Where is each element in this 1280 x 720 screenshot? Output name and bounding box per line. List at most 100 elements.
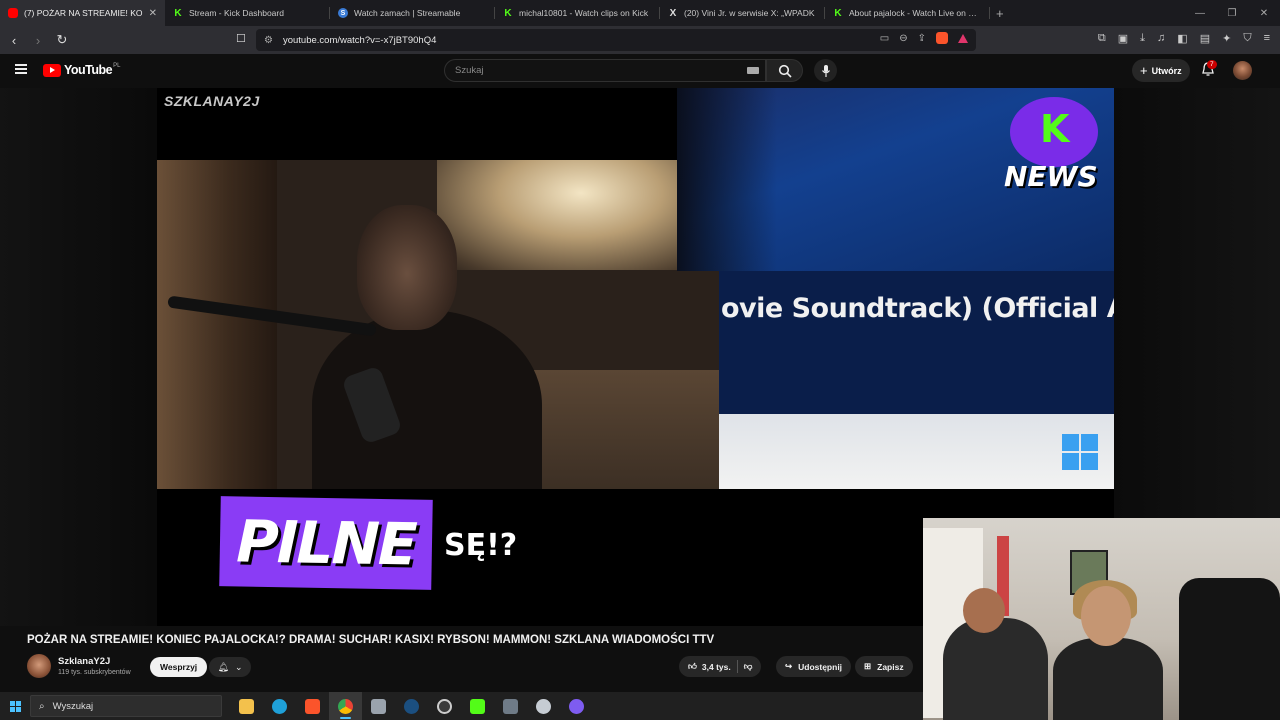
wallet-icon[interactable]: ▤ [1200,32,1210,45]
guide-menu-icon[interactable] [15,64,27,74]
tab-kick-dashboard[interactable]: K Stream - Kick Dashboard [165,0,330,26]
restore-icon[interactable]: ❐ [1216,8,1248,19]
menu-icon[interactable]: ≡ [1264,32,1270,45]
streamer-webcam-frame [157,160,719,489]
url-text: youtube.com/watch?v=-x7jBT90hQ4 [282,34,437,46]
news-banner: K NEWS [677,88,1114,271]
discord-icon[interactable] [560,692,593,720]
taskbar-search[interactable]: ⌕ Wyszukaj [30,695,222,717]
plus-icon: + [1140,63,1148,78]
extensions-icon[interactable]: ⧉ [1098,32,1106,45]
forward-icon[interactable]: › [28,33,48,48]
news-label: NEWS [1004,160,1098,193]
like-button[interactable]: 👍︎ 3,4 tys. [688,661,731,672]
logo-text: YouTube [64,63,113,77]
start-button[interactable] [0,692,30,720]
reload-icon[interactable]: ↻ [52,32,72,48]
search-placeholder: Szukaj [455,65,484,76]
windows-start-icon [9,700,21,712]
cast-icon[interactable]: ▭ [880,33,889,44]
x-favicon-icon: X [669,7,677,19]
windows-logo-icon [1062,434,1098,470]
screenshot-icon[interactable]: ▣ [1118,32,1128,45]
leo-icon[interactable]: ✦ [1222,32,1231,45]
subscriber-count: 119 tys. subskrybentów [58,669,131,676]
dislike-button[interactable]: 👎︎ [744,661,753,672]
steam-icon[interactable] [395,692,428,720]
tab-label: (7) POŻAR NA STREAMIE! KO [24,8,143,18]
brave-rewards-icon[interactable] [958,33,968,43]
tab-label: michal10801 - Watch clips on Kick [519,8,649,18]
keyboard-icon[interactable] [747,67,759,74]
caption-fragment: SĘ!? [444,528,518,563]
bell-icon: 🔔︎ [217,661,229,672]
extension-icons: ⧉ ▣ ⤓ ♫ ◧ ▤ ✦ ⛉ ≡ [1098,32,1270,45]
voice-search-button[interactable] [814,59,837,82]
chrome-icon[interactable] [329,692,362,720]
save-button[interactable]: ⊞ Zapisz [855,656,913,677]
tab-youtube-video[interactable]: (7) POŻAR NA STREAMIE! KO ✕ [0,0,165,26]
account-avatar[interactable] [1233,61,1252,80]
kick-favicon-icon: K [504,7,512,19]
zoom-icon[interactable]: ⊖ [899,33,907,44]
tab-kick-about[interactable]: K About pajalock - Watch Live on Kick [825,0,990,26]
obs-icon[interactable] [428,692,461,720]
app-icon[interactable] [362,692,395,720]
create-button[interactable]: + Utwórz [1132,59,1190,82]
song-title-fragment: ovie Soundtrack) (Official Au [721,293,1114,324]
search-input[interactable]: Szukaj [444,59,766,82]
search-icon: ⌕ [39,700,45,712]
create-label: Utwórz [1151,65,1182,76]
brave-shields-icon[interactable] [936,32,948,44]
youtube-logo[interactable]: YouTube PL [43,63,120,77]
notifications-badge: 7 [1207,60,1217,69]
minimize-icon[interactable]: — [1184,8,1216,19]
youtube-header: YouTube PL Szukaj + Utwórz 7 [0,54,1280,88]
close-tab-icon[interactable]: ✕ [149,8,157,19]
search-button[interactable] [766,59,803,82]
streamer-figure [312,205,542,489]
address-bar[interactable]: ⚙ youtube.com/watch?v=-x7jBT90hQ4 ▭ ⊖ ⇪ [256,29,976,51]
browser-tab-bar: (7) POŻAR NA STREAMIE! KO ✕ K Stream - K… [0,0,1280,26]
subscription-notifications-button[interactable]: 🔔︎ ⌄ [209,657,251,677]
tab-kick-clips[interactable]: K michal10801 - Watch clips on Kick [495,0,660,26]
tab-label: Watch zamach | Streamable [354,8,461,18]
brave-icon[interactable] [296,692,329,720]
save-icon: ⊞ [864,661,872,671]
like-count: 3,4 tys. [701,661,731,672]
new-tab-icon[interactable]: + [996,6,1004,21]
pilne-banner: PILNE [219,496,433,590]
share-button[interactable]: ↪ Udostępnij [776,656,852,677]
streamable-favicon-icon: S [338,8,348,18]
close-window-icon[interactable]: ✕ [1248,8,1280,19]
taskbar-apps [230,692,593,720]
back-icon[interactable]: ‹ [4,33,24,48]
share-page-icon[interactable]: ⇪ [918,33,926,44]
stream-app-icon[interactable] [461,692,494,720]
bookmark-icon[interactable]: ☐ [236,32,246,45]
support-button[interactable]: Wesprzyj [150,657,208,677]
country-code: PL [113,63,121,69]
vpn-icon[interactable]: ⛉ [1243,32,1251,45]
channel-name[interactable]: SzklanaY2J [58,656,110,667]
tab-label: About pajalock - Watch Live on Kick [849,8,982,18]
downloads-icon[interactable]: ⤓ [1140,32,1145,45]
pilne-label: PILNE [235,507,417,579]
tab-x-post[interactable]: X (20) Vini Jr. w serwisie X: „WPADK [660,0,825,26]
channel-avatar[interactable] [27,654,51,678]
microphone-icon [821,64,830,77]
shield-app-icon[interactable] [527,692,560,720]
search-icon [778,64,792,78]
save-label: Zapisz [877,661,904,672]
file-explorer-icon[interactable] [230,692,263,720]
site-settings-icon[interactable]: ⚙ [264,35,273,46]
youtube-play-icon [43,63,61,77]
tab-streamable[interactable]: S Watch zamach | Streamable [330,0,495,26]
chevron-down-icon: ⌄ [234,661,243,672]
tool-icon[interactable] [494,692,527,720]
media-icon[interactable]: ♫ [1157,32,1165,45]
like-dislike-group: 👍︎ 3,4 tys. 👎︎ [679,656,762,677]
edge-icon[interactable] [263,692,296,720]
share-label: Udostępnij [798,661,843,672]
sidebar-icon[interactable]: ◧ [1177,32,1187,45]
